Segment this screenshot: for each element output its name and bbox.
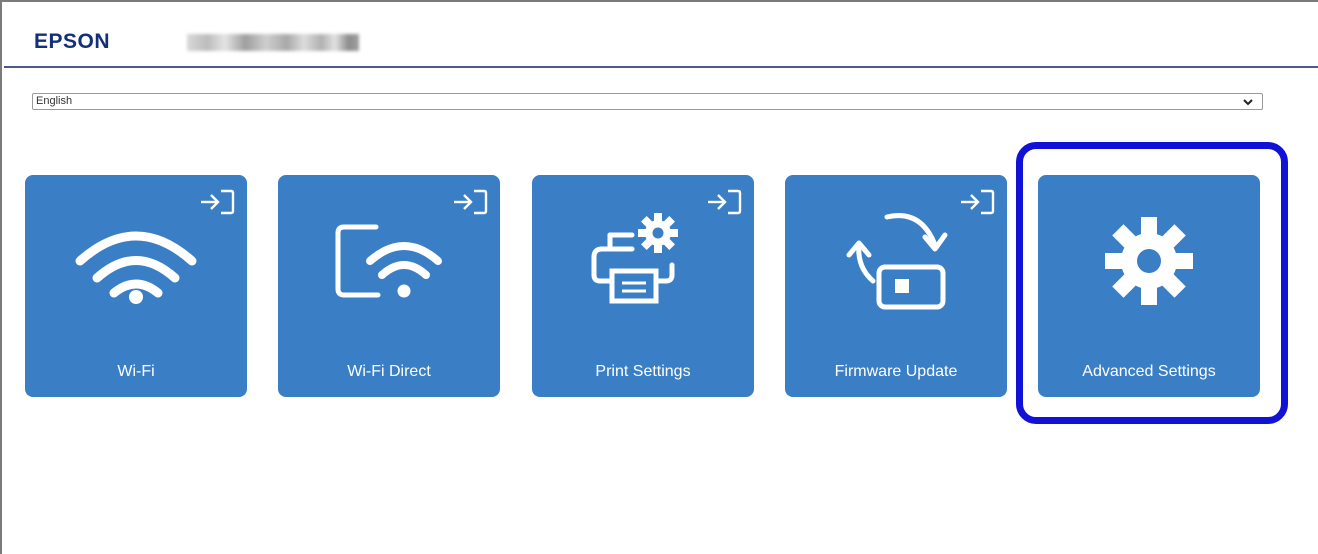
tile-wifi[interactable]: Wi-Fi bbox=[25, 175, 247, 397]
tile-advanced-settings[interactable]: Advanced Settings bbox=[1038, 175, 1260, 397]
language-select[interactable]: English bbox=[32, 93, 1263, 110]
gear-icon bbox=[1105, 217, 1193, 305]
tile-advanced-settings-label: Advanced Settings bbox=[1082, 363, 1216, 380]
brand-logo: EPSON bbox=[34, 30, 111, 53]
tile-firmware-update[interactable]: Firmware Update bbox=[785, 175, 1007, 397]
tile-wifi-direct-label: Wi-Fi Direct bbox=[347, 363, 431, 380]
printer-settings-icon bbox=[591, 213, 678, 304]
tile-wifi-direct[interactable]: Wi-Fi Direct bbox=[278, 175, 500, 397]
browser-frame: EPSON English Wi-Fi Wi-Fi Direct Print S… bbox=[0, 0, 1318, 554]
tile-wifi-label: Wi-Fi bbox=[117, 363, 155, 380]
firmware-update-icon bbox=[846, 213, 948, 310]
tile-firmware-update-label: Firmware Update bbox=[834, 363, 958, 380]
wifi-icon bbox=[75, 231, 197, 304]
language-select-value: English bbox=[36, 95, 73, 107]
tile-print-settings-label: Print Settings bbox=[595, 363, 691, 380]
model-name-redacted bbox=[187, 34, 359, 51]
chevron-down-icon bbox=[1243, 99, 1253, 106]
tile-print-settings[interactable]: Print Settings bbox=[532, 175, 754, 397]
header: EPSON bbox=[4, 4, 1318, 68]
wifi-direct-icon bbox=[335, 224, 442, 298]
